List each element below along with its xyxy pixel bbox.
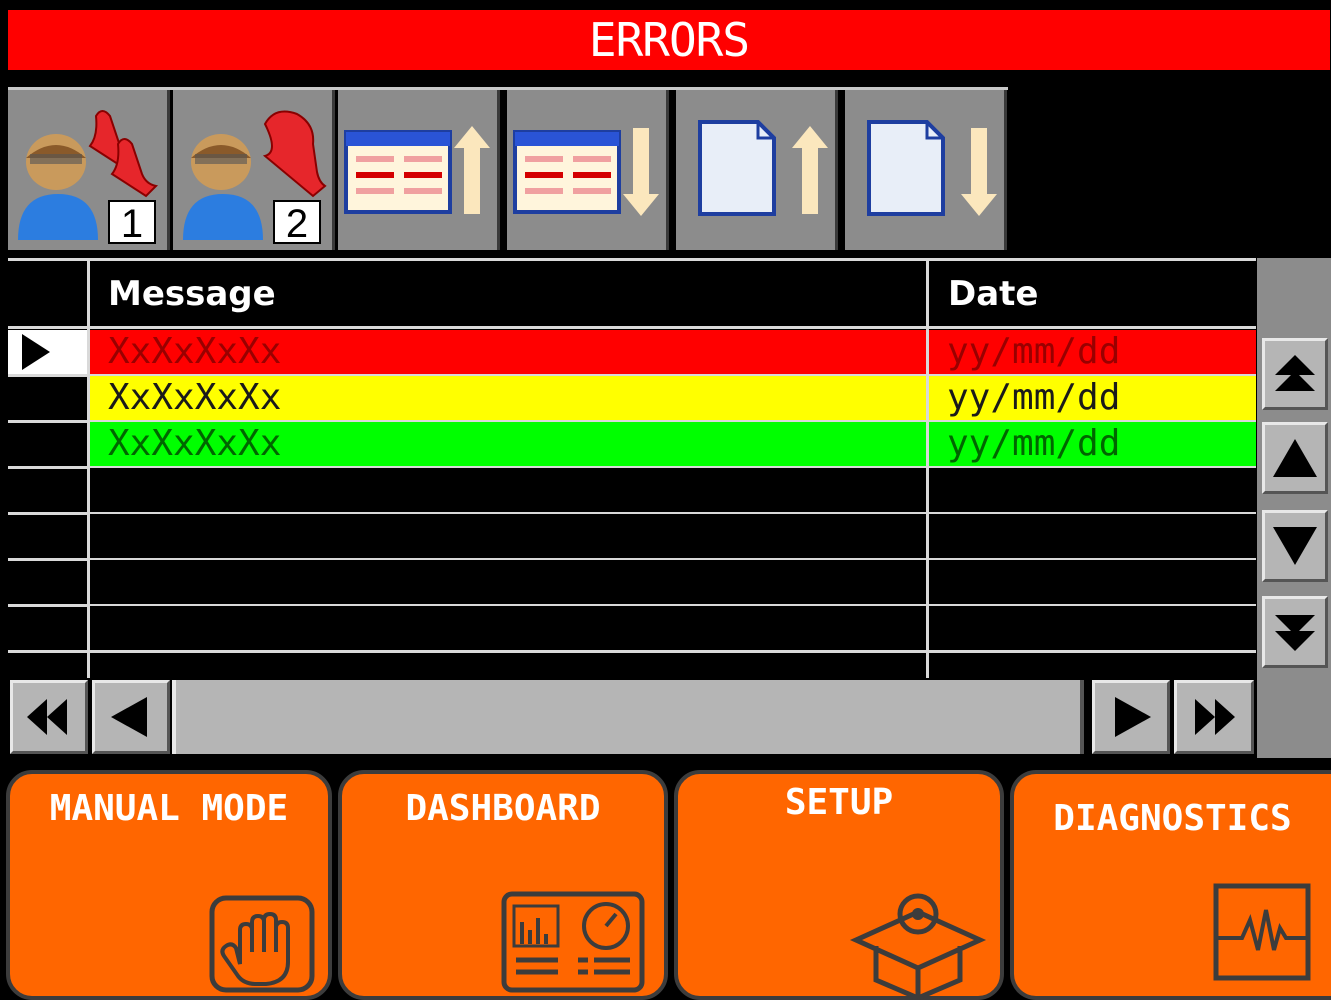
table-row[interactable]: XxXxXxXx yy/mm/dd	[8, 376, 1256, 420]
dashboard-button[interactable]: DASHBOARD	[338, 770, 668, 1000]
message-cell: XxXxXxXx	[90, 422, 926, 466]
page-down-icon	[867, 120, 997, 216]
table-row[interactable]: XxXxXxXx yy/mm/dd	[8, 422, 1256, 466]
column-divider	[926, 258, 929, 678]
message-cell	[90, 514, 926, 558]
column-divider	[87, 258, 90, 678]
scroll-first-page-button[interactable]	[1262, 338, 1328, 410]
row-divider	[8, 650, 1256, 653]
table-border	[8, 258, 1256, 261]
scroll-down-button[interactable]	[1262, 510, 1328, 582]
message-cell	[90, 560, 926, 604]
acknowledge-alarm-2-button[interactable]: 2	[173, 90, 335, 250]
row-selector[interactable]	[8, 330, 87, 374]
manual-mode-button[interactable]: MANUAL MODE	[6, 770, 332, 1000]
date-cell: yy/mm/dd	[929, 330, 1256, 374]
message-cell	[90, 606, 926, 650]
alarm-group-badge: 1	[108, 200, 156, 246]
row-divider	[8, 326, 1256, 329]
message-cell: XxXxXxXx	[90, 330, 926, 374]
setup-label: SETUP	[784, 782, 894, 823]
date-cell: yy/mm/dd	[929, 376, 1256, 420]
scroll-right-icon	[1115, 697, 1151, 737]
column-header-message[interactable]: Message	[108, 264, 276, 324]
diagnostics-button[interactable]: DIAGNOSTICS	[1010, 770, 1331, 1000]
scroll-left-end-button[interactable]	[10, 680, 88, 754]
table-row[interactable]	[8, 468, 1256, 512]
alarm-group-badge: 2	[273, 200, 321, 246]
page-down-button[interactable]	[845, 90, 1007, 250]
table-sort-down-icon	[513, 128, 659, 216]
setup-box-icon	[849, 893, 987, 1000]
date-cell	[929, 514, 1256, 558]
prev-row-icon	[1273, 439, 1317, 477]
table-row[interactable]	[8, 514, 1256, 558]
scroll-left-button[interactable]	[92, 680, 170, 754]
table-row[interactable]	[8, 606, 1256, 650]
horizontal-scroll-track[interactable]	[172, 680, 1084, 754]
scroll-last-page-button[interactable]	[1262, 596, 1328, 668]
setup-button[interactable]: SETUP	[674, 770, 1004, 1000]
manual-mode-label: MANUAL MODE	[49, 788, 289, 829]
date-cell: yy/mm/dd	[929, 422, 1256, 466]
diagnostics-waveform-icon	[1213, 883, 1311, 981]
diagnostics-label: DIAGNOSTICS	[1053, 798, 1292, 839]
date-cell	[929, 468, 1256, 512]
table-row[interactable]: XxXxXxXx yy/mm/dd	[8, 330, 1256, 374]
page-up-icon	[698, 120, 828, 216]
next-row-icon	[1273, 527, 1317, 565]
dashboard-icon	[501, 891, 645, 993]
first-page-icon	[1275, 355, 1315, 391]
error-table: Message Date XxXxXxXx yy/mm/dd XxXxXxXx yy/…	[8, 258, 1256, 678]
date-cell	[929, 560, 1256, 604]
table-sort-up-icon	[344, 126, 490, 214]
scroll-right-button[interactable]	[1092, 680, 1170, 754]
hand-icon	[209, 895, 315, 993]
column-header-date[interactable]: Date	[948, 264, 1038, 324]
last-page-icon	[1275, 615, 1315, 651]
scroll-left-icon	[111, 697, 147, 737]
dashboard-label: DASHBOARD	[405, 788, 601, 829]
scroll-up-button[interactable]	[1262, 422, 1328, 494]
acknowledge-alarm-1-button[interactable]: 1	[8, 90, 170, 250]
sort-down-button[interactable]	[507, 90, 669, 250]
scroll-right-end-icon	[1195, 699, 1235, 735]
page-up-button[interactable]	[676, 90, 838, 250]
date-cell	[929, 606, 1256, 650]
scroll-left-end-icon	[27, 699, 67, 735]
scroll-corner	[1257, 680, 1331, 758]
scroll-right-end-button[interactable]	[1174, 680, 1254, 754]
selected-row-arrow-icon	[22, 334, 50, 370]
table-row[interactable]	[8, 560, 1256, 604]
sort-up-button[interactable]	[338, 90, 500, 250]
message-cell: XxXxXxXx	[90, 376, 926, 420]
page-title: ERRORS	[8, 10, 1330, 70]
message-cell	[90, 468, 926, 512]
